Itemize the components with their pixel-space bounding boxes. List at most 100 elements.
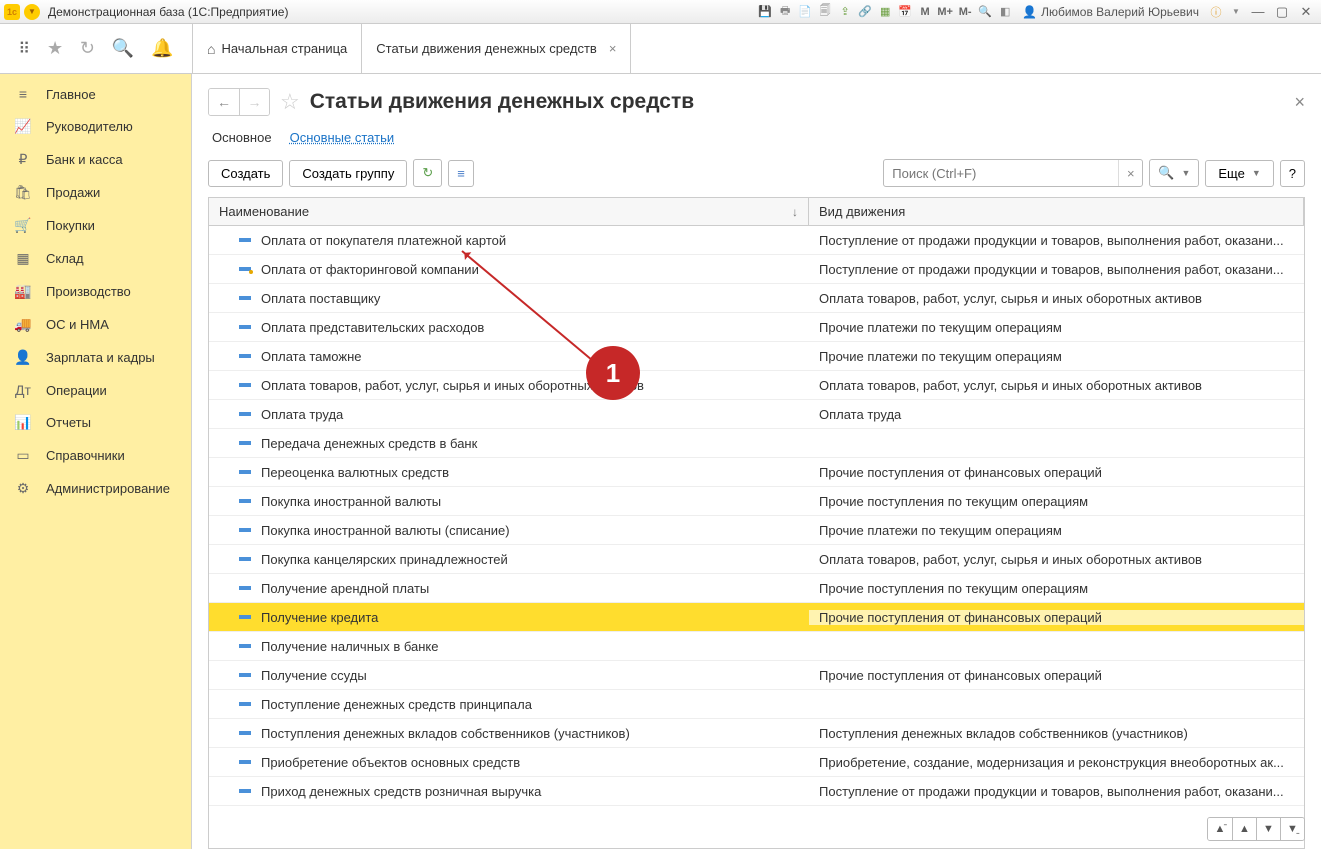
nav-up-button[interactable]: ▲: [1232, 818, 1256, 840]
column-header-name[interactable]: Наименование↓: [209, 198, 809, 225]
sidebar-item[interactable]: 👤Зарплата и кадры: [0, 341, 191, 374]
sidebar-item[interactable]: ⚙Администрирование: [0, 472, 191, 505]
more-button[interactable]: Еще▼: [1205, 160, 1273, 187]
search-clear-button[interactable]: ×: [1118, 160, 1142, 186]
table-row[interactable]: Оплата таможне Прочие платежи по текущим…: [209, 342, 1304, 371]
calendar-icon[interactable]: 📅: [896, 3, 914, 21]
table-row[interactable]: Получение наличных в банке: [209, 632, 1304, 661]
copy-item-button[interactable]: ↻: [413, 159, 442, 187]
zoom-icon[interactable]: 🔍: [976, 3, 994, 21]
sidebar-item[interactable]: 📈Руководителю: [0, 110, 191, 143]
create-button[interactable]: Создать: [208, 160, 283, 187]
table-row[interactable]: Поступления денежных вкладов собственник…: [209, 719, 1304, 748]
compare-icon[interactable]: 🗐: [816, 3, 834, 21]
share-icon[interactable]: ⇪: [836, 3, 854, 21]
table-row[interactable]: Оплата поставщику Оплата товаров, работ,…: [209, 284, 1304, 313]
item-icon: [239, 296, 251, 300]
table-row[interactable]: Получение кредита Прочие поступления от …: [209, 603, 1304, 632]
star-icon[interactable]: ★: [47, 38, 63, 59]
subtab-alt[interactable]: Основные статьи: [290, 130, 395, 145]
search-global-icon[interactable]: 🔍: [112, 38, 134, 59]
item-icon: [239, 528, 251, 532]
link-icon[interactable]: 🔗: [856, 3, 874, 21]
table-row[interactable]: Покупка иностранной валюты Прочие поступ…: [209, 487, 1304, 516]
nav-forward-button[interactable]: →: [239, 89, 269, 115]
row-kind: Оплата товаров, работ, услуг, сырья и ин…: [809, 552, 1304, 567]
item-icon: [239, 412, 251, 416]
sidebar-item[interactable]: ▭Справочники: [0, 439, 191, 472]
table-row[interactable]: Покупка канцелярских принадлежностей Опл…: [209, 545, 1304, 574]
sidebar-item[interactable]: ▦ Склад: [0, 242, 191, 275]
row-kind: Прочие поступления от финансовых операци…: [809, 668, 1304, 683]
row-kind: Оплата труда: [809, 407, 1304, 422]
history-icon[interactable]: ↻: [80, 38, 95, 59]
sidebar-item[interactable]: 📊Отчеты: [0, 406, 191, 439]
page-close-button[interactable]: ×: [1294, 92, 1305, 113]
table-row[interactable]: Получение ссуды Прочие поступления от фи…: [209, 661, 1304, 690]
m-plus-button[interactable]: M+: [936, 3, 954, 21]
info-dropdown-icon[interactable]: ▼: [1227, 3, 1245, 21]
m-minus-button[interactable]: M-: [956, 3, 974, 21]
nav-top-button[interactable]: ▲̄: [1208, 818, 1232, 840]
column-header-kind[interactable]: Вид движения: [809, 198, 1304, 225]
sidebar-item[interactable]: 🛒Покупки: [0, 209, 191, 242]
copy-icon[interactable]: 📄: [796, 3, 814, 21]
m-button[interactable]: M: [916, 3, 934, 21]
sidebar-item[interactable]: ₽Банк и касса: [0, 143, 191, 176]
subtab-main[interactable]: Основное: [212, 130, 272, 145]
calc-icon[interactable]: ▦: [876, 3, 894, 21]
search-input[interactable]: [884, 166, 1118, 181]
user-display[interactable]: 👤 Любимов Валерий Юрьевич: [1022, 5, 1199, 19]
item-icon: [239, 644, 251, 648]
sidebar-icon: ▦: [14, 250, 32, 267]
row-kind: Прочие поступления по текущим операциям: [809, 581, 1304, 596]
tab-active[interactable]: Статьи движения денежных средств ×: [362, 24, 631, 73]
sidebar-item-label: Склад: [46, 251, 84, 266]
sidebar-item[interactable]: ДтОперации: [0, 374, 191, 406]
search-box: ×: [883, 159, 1143, 187]
table-row[interactable]: Приобретение объектов основных средств П…: [209, 748, 1304, 777]
tab-close-icon[interactable]: ×: [609, 41, 617, 56]
list-view-button[interactable]: ≡: [448, 160, 474, 187]
favorite-star-icon[interactable]: ☆: [280, 89, 300, 115]
table-row[interactable]: Получение арендной платы Прочие поступле…: [209, 574, 1304, 603]
row-kind: Прочие платежи по текущим операциям: [809, 523, 1304, 538]
help-button[interactable]: ?: [1280, 160, 1305, 187]
sidebar-item[interactable]: 🛍Продажи: [0, 176, 191, 209]
table-row[interactable]: Оплата от покупателя платежной картой По…: [209, 226, 1304, 255]
sidebar-item[interactable]: 🏭Производство: [0, 275, 191, 308]
maximize-button[interactable]: ▢: [1271, 3, 1293, 21]
nav-back-button[interactable]: ←: [209, 89, 239, 115]
item-icon: [239, 731, 251, 735]
table-row[interactable]: Оплата представительских расходов Прочие…: [209, 313, 1304, 342]
table-row[interactable]: Оплата от факторинговой компании Поступл…: [209, 255, 1304, 284]
table-row[interactable]: Оплата товаров, работ, услуг, сырья и ин…: [209, 371, 1304, 400]
nav-bottom-button[interactable]: ▼̱: [1280, 818, 1304, 840]
apps-grid-icon[interactable]: ⠿: [18, 39, 30, 59]
row-name: Получение наличных в банке: [261, 639, 438, 654]
print-icon[interactable]: 🖶: [776, 3, 794, 21]
create-group-button[interactable]: Создать группу: [289, 160, 407, 187]
table-row[interactable]: Поступление денежных средств принципала: [209, 690, 1304, 719]
table-row[interactable]: Передача денежных средств в банк: [209, 429, 1304, 458]
panel-icon[interactable]: ◧: [996, 3, 1014, 21]
sidebar-item[interactable]: 🚚ОС и НМА: [0, 308, 191, 341]
sidebar-icon: Дт: [14, 382, 32, 398]
sidebar-item[interactable]: ≡Главное: [0, 78, 191, 110]
nav-down-button[interactable]: ▼: [1256, 818, 1280, 840]
table-row[interactable]: Оплата труда Оплата труда: [209, 400, 1304, 429]
table-row[interactable]: Приход денежных средств розничная выручк…: [209, 777, 1304, 806]
tab-home[interactable]: ⌂ Начальная страница: [193, 24, 362, 73]
search-button[interactable]: 🔍▼: [1149, 159, 1199, 187]
app-menu-dropdown[interactable]: ▼: [24, 4, 40, 20]
table-nav-footer: ▲̄ ▲ ▼ ▼̱: [1207, 817, 1305, 841]
close-window-button[interactable]: ✕: [1295, 3, 1317, 21]
table-row[interactable]: Покупка иностранной валюты (списание) Пр…: [209, 516, 1304, 545]
sidebar-item-label: Руководителю: [46, 119, 133, 134]
sidebar-icon: ⚙: [14, 480, 32, 497]
info-icon[interactable]: ⓘ: [1207, 3, 1225, 21]
save-icon[interactable]: 💾: [756, 3, 774, 21]
bell-icon[interactable]: 🔔: [151, 38, 173, 59]
table-row[interactable]: Переоценка валютных средств Прочие посту…: [209, 458, 1304, 487]
minimize-button[interactable]: —: [1247, 3, 1269, 21]
